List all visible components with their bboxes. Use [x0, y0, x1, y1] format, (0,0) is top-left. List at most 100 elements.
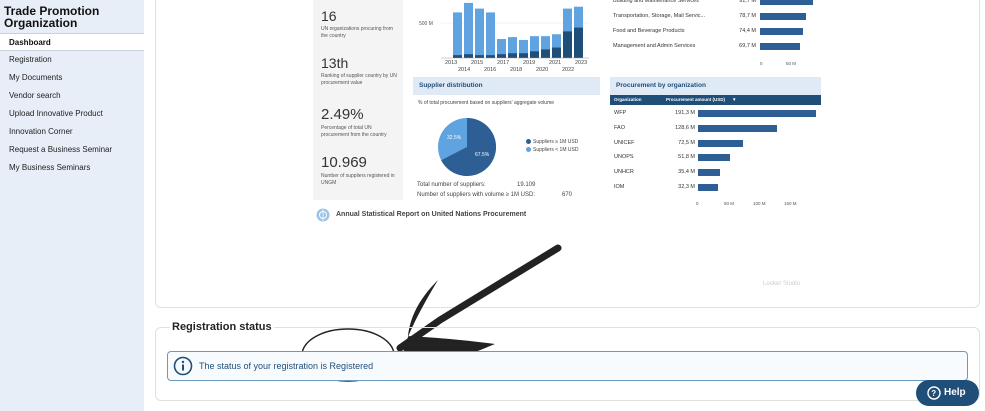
year-bar-large-suppliers [497, 54, 506, 58]
org-bar [698, 139, 743, 147]
year-bar-large-suppliers [475, 55, 484, 58]
year-bar-total [464, 2, 473, 58]
large-suppliers-value: 670 [562, 192, 573, 198]
un-logo-icon [316, 208, 330, 222]
pie-label-large: 67.5% [475, 152, 490, 158]
x-tick-label: 2016 [484, 67, 496, 73]
org-label: IOM [614, 184, 625, 190]
sidebar-item-my-business-seminars[interactable]: My Business Seminars [0, 159, 144, 177]
x-tick-label: 2015 [471, 60, 483, 66]
kpi-value: 2.49% [321, 106, 364, 123]
category-label: Management and Admin Services [613, 43, 696, 49]
x-tick-label: 2017 [497, 60, 509, 66]
year-bar-large-suppliers [563, 31, 572, 58]
org-bar [698, 154, 730, 162]
sidebar-item-request-business-seminar[interactable]: Request a Business Seminar [0, 141, 144, 159]
sidebar-item-upload-innovative-product[interactable]: Upload Innovative Product [0, 105, 144, 123]
org-value: 72,5 M [678, 139, 695, 146]
info-icon [173, 356, 193, 376]
year-bar-large-suppliers [519, 53, 528, 58]
kpi-description: UN organizations procuring from the coun… [321, 26, 393, 39]
year-bar-large-suppliers [552, 47, 561, 58]
year-bar-total [475, 8, 484, 59]
org-label: WFP [614, 110, 627, 116]
supplier-distribution-title: Supplier distribution [413, 77, 600, 95]
year-bar-total [486, 12, 495, 58]
year-bar-large-suppliers [530, 51, 539, 58]
x-tick-label: 50 M [724, 201, 735, 206]
org-value: 32,3 M [678, 184, 695, 190]
org-label: UNHCR [614, 169, 634, 176]
x-tick-label: 100 M [753, 201, 766, 206]
org-bar [698, 169, 720, 177]
org-label: UNICEF [614, 139, 635, 146]
category-bar [760, 28, 804, 35]
org-bar [698, 110, 816, 117]
legend-label-large: Suppliers ≥ 1M USD [533, 139, 579, 145]
x-tick-label: 2022 [562, 67, 574, 73]
total-suppliers-label: Total number of suppliers: [417, 182, 486, 188]
year-bar-large-suppliers [486, 55, 495, 58]
pie-label-small: 32.5% [447, 135, 462, 141]
category-bar [760, 13, 806, 20]
year-bar-large-suppliers [541, 49, 550, 58]
category-value: 74,4 M [739, 28, 756, 34]
kpi-value: 10.969 [321, 154, 367, 171]
x-tick-label: 50 M [786, 61, 797, 66]
sidebar: Trade Promotion Organization Dashboard R… [0, 0, 144, 411]
org-value: 128,6 M [675, 124, 695, 131]
yearly-procurement-chart: 500 M 2013 2015 2017 2019 2021 2023 2014… [419, 2, 589, 73]
looker-watermark: Looker Studio [763, 281, 801, 287]
header-organization[interactable]: Organization [614, 95, 642, 105]
year-bar-large-suppliers [508, 53, 517, 58]
legend-swatch-large [526, 139, 531, 144]
year-bar-large-suppliers [464, 54, 473, 58]
total-suppliers-value: 19.109 [517, 182, 536, 188]
org-value: 191,3 M [675, 110, 695, 116]
report-footer: Annual Statistical Report on United Nati… [336, 211, 527, 218]
category-bar [760, 43, 801, 50]
category-label: Transportation, Storage, Mail Servic... [613, 13, 706, 19]
help-icon: ? [927, 386, 941, 400]
legend-swatch-small [526, 147, 531, 152]
header-amount[interactable]: Procurement amount (USD) [666, 95, 725, 105]
org-chart-title: Procurement by organization [610, 77, 821, 95]
org-bar [698, 184, 718, 191]
org-chart-header: Organization Procurement amount (USD) ▼ [610, 95, 821, 105]
kpi-panel: 16 UN organizations procuring from the c… [313, 0, 403, 200]
help-button[interactable]: ? Help [916, 380, 979, 406]
sidebar-item-vendor-search[interactable]: Vendor search [0, 87, 144, 105]
kpi-description: Number of suppliers registered in UNGM [321, 173, 395, 186]
category-value: 91,7 M [739, 0, 756, 4]
kpi-un-organizations: 16 UN organizations procuring from the c… [321, 8, 401, 40]
sidebar-item-my-documents[interactable]: My Documents [0, 69, 144, 87]
x-tick-label: 0 [696, 201, 699, 206]
x-tick-label: 2014 [458, 67, 470, 73]
x-tick-label: 2019 [523, 60, 535, 66]
registration-status-message: The status of your registration is Regis… [199, 361, 374, 371]
x-tick-label: 0 [760, 61, 763, 66]
kpi-value: 16 [321, 8, 337, 24]
supplier-distribution-subtitle: % of total procurement based on supplier… [418, 100, 555, 106]
sidebar-item-registration[interactable]: Registration [0, 51, 144, 69]
svg-text:?: ? [931, 389, 936, 398]
org-value: 35,4 M [678, 169, 695, 176]
organization-title: Trade Promotion Organization [4, 4, 100, 30]
category-value: 78,7 M [739, 13, 756, 19]
x-tick-label: 2020 [536, 67, 548, 73]
year-bar-large-suppliers [574, 27, 583, 58]
x-tick-label: 150 M [784, 201, 797, 206]
category-bar [760, 0, 814, 5]
sidebar-item-dashboard[interactable]: Dashboard [0, 33, 144, 51]
kpi-ranking: 13th Ranking of supplier country by UN p… [321, 55, 401, 87]
sidebar-nav: Dashboard Registration My Documents Vend… [0, 33, 144, 177]
legend-label-small: Suppliers < 1M USD [533, 147, 579, 153]
supplier-pie-chart: 32.5% 67.5% [438, 117, 497, 176]
sort-desc-icon[interactable]: ▼ [732, 95, 736, 105]
category-label: Food and Beverage Products [613, 28, 685, 34]
sidebar-item-innovation-corner[interactable]: Innovation Corner [0, 123, 144, 141]
x-tick-label: 2023 [575, 60, 587, 66]
org-value: 51,8 M [678, 154, 695, 161]
year-bar-total [453, 12, 462, 58]
category-value: 69,7 M [739, 43, 756, 49]
